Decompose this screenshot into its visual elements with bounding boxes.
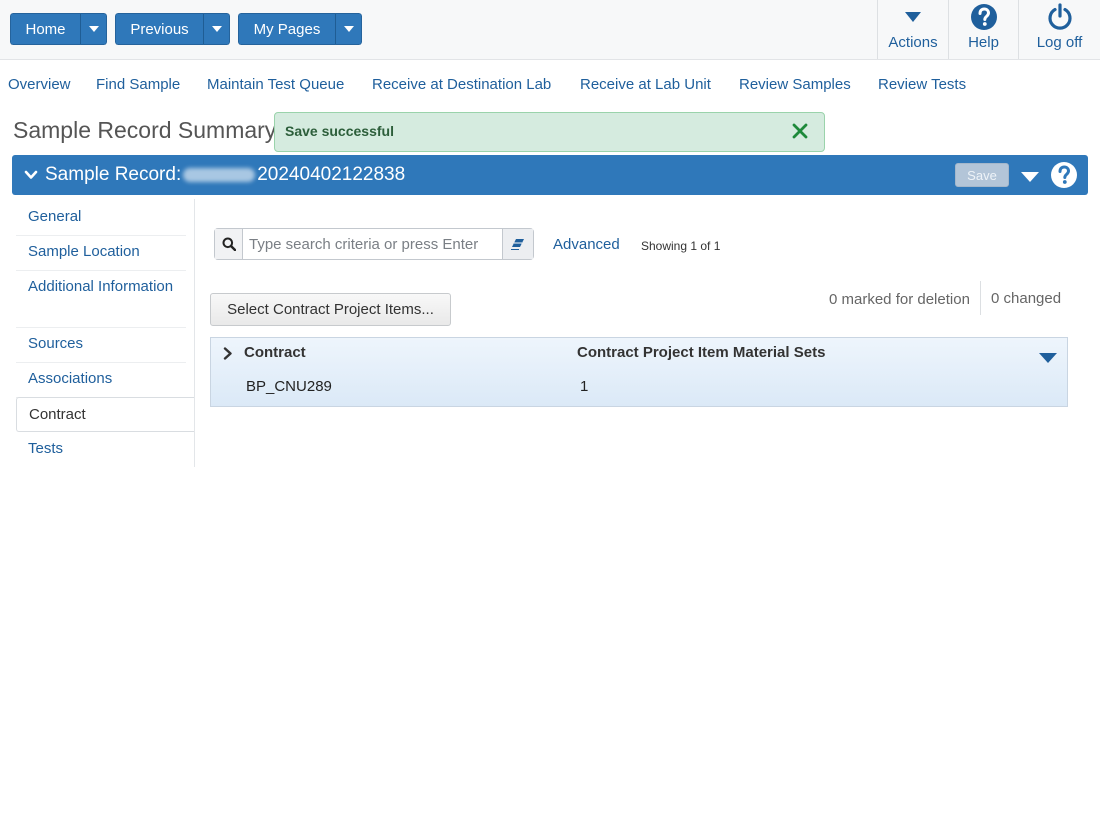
caret-down-icon[interactable] <box>1020 170 1040 188</box>
column-header-material-sets[interactable]: Contract Project Item Material Sets <box>577 344 825 361</box>
nav-link-find-sample[interactable]: Find Sample <box>96 76 180 93</box>
nav-link-review-tests[interactable]: Review Tests <box>878 76 966 93</box>
mypages-split-button: My Pages <box>238 13 362 45</box>
redacted-prefix <box>183 167 256 182</box>
sample-record-header: Sample Record: 20240402122838 Save <box>12 155 1088 195</box>
sidebar-item-tests[interactable]: Tests <box>16 438 186 468</box>
actions-label: Actions <box>888 34 938 51</box>
logoff-button[interactable]: Log off <box>1018 0 1100 59</box>
showing-count: Showing 1 of 1 <box>641 239 721 253</box>
chevron-down-icon[interactable] <box>24 168 38 186</box>
search-icon[interactable] <box>215 229 243 259</box>
caret-down-icon <box>211 26 222 32</box>
section-sidebar: General Sample Location Additional Infor… <box>16 199 195 467</box>
help-icon[interactable] <box>1050 161 1078 194</box>
toast-message: Save successful <box>285 123 394 139</box>
sample-record-title: Sample Record: 20240402122838 <box>45 164 405 186</box>
actions-menu[interactable]: Actions <box>877 0 948 59</box>
sidebar-item-additional-information[interactable]: Additional Information <box>16 276 186 328</box>
caret-down-icon <box>88 26 99 32</box>
home-split-button: Home <box>10 13 107 45</box>
nav-link-receive-destination-lab[interactable]: Receive at Destination Lab <box>372 76 551 93</box>
caret-down-icon <box>343 26 354 32</box>
nav-link-review-samples[interactable]: Review Samples <box>739 76 851 93</box>
nav-link-maintain-test-queue[interactable]: Maintain Test Queue <box>207 76 344 93</box>
chevron-right-icon[interactable] <box>223 347 233 365</box>
nav-link-receive-lab-unit[interactable]: Receive at Lab Unit <box>580 76 711 93</box>
help-button[interactable]: Help <box>948 0 1018 59</box>
caret-down-icon[interactable] <box>1038 351 1058 369</box>
previous-button[interactable]: Previous <box>115 13 203 45</box>
column-header-contract[interactable]: Contract <box>244 344 306 361</box>
mypages-button[interactable]: My Pages <box>238 13 335 45</box>
sample-record-id: 20240402122838 <box>257 164 406 185</box>
select-contract-project-items-button[interactable]: Select Contract Project Items... <box>210 293 451 326</box>
help-icon <box>970 2 998 32</box>
marked-for-deletion-count: 0 marked for deletion <box>829 291 970 308</box>
caret-down-icon <box>904 2 922 32</box>
previous-split-button: Previous <box>115 13 230 45</box>
search-input[interactable] <box>243 229 505 259</box>
home-button[interactable]: Home <box>10 13 80 45</box>
power-icon <box>1046 2 1074 32</box>
advanced-search-link[interactable]: Advanced <box>553 236 620 253</box>
nav-link-overview[interactable]: Overview <box>8 76 71 93</box>
top-actions: Actions Help Log off <box>877 0 1100 59</box>
sidebar-item-sources[interactable]: Sources <box>16 333 186 363</box>
sample-record-label: Sample Record: <box>45 164 182 185</box>
table-cell-contract: BP_CNU289 <box>246 378 332 395</box>
home-dropdown-button[interactable] <box>80 13 107 45</box>
save-success-toast: Save successful <box>274 112 825 152</box>
sidebar-item-sample-location[interactable]: Sample Location <box>16 241 186 271</box>
save-button[interactable]: Save <box>955 163 1009 187</box>
search-box <box>214 228 534 260</box>
previous-dropdown-button[interactable] <box>203 13 230 45</box>
sidebar-item-contract[interactable]: Contract <box>16 397 194 432</box>
nav-links: Overview Find Sample Maintain Test Queue… <box>0 76 1100 98</box>
page-title: Sample Record Summary <box>13 117 277 143</box>
logoff-label: Log off <box>1036 34 1083 51</box>
changed-count: 0 changed <box>980 281 1061 315</box>
eraser-icon[interactable] <box>502 229 533 259</box>
contract-grid: Contract Contract Project Item Material … <box>210 337 1068 407</box>
top-toolbar: Home Previous My Pages Actions Help Log … <box>0 0 1100 60</box>
help-label: Help <box>968 34 999 51</box>
table-cell-material-sets: 1 <box>580 378 589 395</box>
close-icon[interactable] <box>792 123 808 144</box>
sidebar-item-general[interactable]: General <box>16 206 186 236</box>
mypages-dropdown-button[interactable] <box>335 13 362 45</box>
sidebar-item-associations[interactable]: Associations <box>16 368 186 398</box>
